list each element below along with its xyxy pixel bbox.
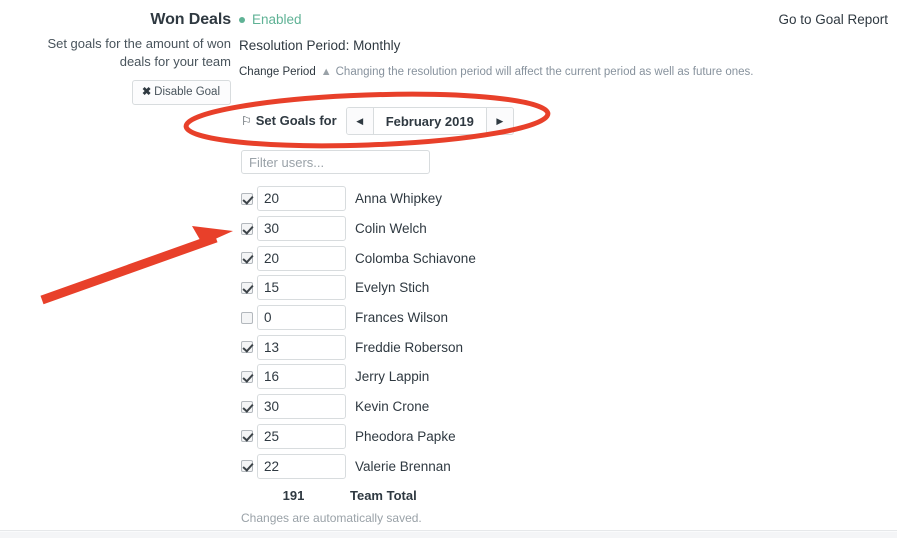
- team-total-row: 191 Team Total: [241, 481, 661, 511]
- set-goals-period-row: ⚐ Set Goals for ◀ February 2019 ▶: [241, 107, 514, 135]
- user-name-label: Kevin Crone: [355, 399, 430, 415]
- next-period-button[interactable]: ▶: [485, 108, 513, 134]
- x-icon: ✖: [141, 86, 152, 98]
- goal-description: Set goals for the amount of won deals fo…: [47, 36, 231, 69]
- goal-value-input[interactable]: [257, 245, 346, 271]
- goal-enabled-checkbox[interactable]: [241, 400, 253, 413]
- goal-settings-panel: Won Deals Set goals for the amount of wo…: [0, 0, 897, 531]
- status-label: Enabled: [252, 12, 302, 27]
- status-badge: Enabled: [239, 11, 769, 28]
- user-name-label: Pheodora Papke: [355, 428, 456, 444]
- goal-header-left: Won Deals Set goals for the amount of wo…: [22, 10, 231, 105]
- user-name-label: Freddie Roberson: [355, 339, 464, 355]
- current-period-value[interactable]: February 2019: [373, 108, 486, 134]
- change-period-link[interactable]: Change Period: [239, 65, 316, 80]
- goal-value-input[interactable]: [257, 364, 346, 390]
- change-period-note: Changing the resolution period will affe…: [335, 66, 754, 78]
- go-to-goal-report-link[interactable]: Go to Goal Report: [778, 11, 888, 28]
- goal-value-input[interactable]: [257, 394, 346, 420]
- goal-enabled-checkbox[interactable]: [241, 311, 253, 324]
- user-name-label: Frances Wilson: [355, 310, 449, 326]
- goal-enabled-checkbox[interactable]: [241, 252, 253, 265]
- goal-header-right: Enabled Resolution Period: Monthly Chang…: [239, 11, 769, 80]
- page-title: Won Deals: [150, 11, 231, 28]
- table-row: Frances Wilson: [241, 303, 661, 333]
- page-bottom-strip: [0, 532, 897, 538]
- table-row: Evelyn Stich: [241, 273, 661, 303]
- period-selector: ◀ February 2019 ▶: [345, 107, 514, 135]
- user-name-label: Jerry Lappin: [355, 369, 430, 385]
- table-row: Kevin Crone: [241, 392, 661, 422]
- user-name-label: Evelyn Stich: [355, 280, 430, 296]
- table-row: Colomba Schiavone: [241, 243, 661, 273]
- team-total-value: 191: [282, 488, 305, 504]
- flag-icon: ⚐: [241, 114, 252, 128]
- goal-value-input[interactable]: [257, 423, 346, 449]
- autosave-note: Changes are automatically saved.: [241, 511, 422, 525]
- table-row: Pheodora Papke: [241, 422, 661, 452]
- page-root: Won Deals Set goals for the amount of wo…: [0, 0, 897, 538]
- disable-goal-button[interactable]: ✖ Disable Goal: [131, 80, 231, 105]
- set-goals-label: Set Goals for: [255, 113, 337, 128]
- table-row: Freddie Roberson: [241, 332, 661, 362]
- user-name-label: Colin Welch: [355, 221, 427, 237]
- warning-triangle-icon: ▲: [320, 66, 332, 78]
- table-row: Jerry Lappin: [241, 362, 661, 392]
- resolution-period-text: Resolution Period: Monthly: [239, 38, 401, 53]
- goal-enabled-checkbox[interactable]: [241, 460, 253, 473]
- goals-user-list: Anna Whipkey Colin Welch Colomba Schiavone…: [241, 184, 661, 511]
- status-dot-icon: [239, 16, 245, 23]
- goal-value-input[interactable]: [257, 275, 346, 301]
- prev-period-button[interactable]: ◀: [346, 108, 374, 134]
- goal-enabled-checkbox[interactable]: [241, 370, 253, 383]
- user-name-label: Colomba Schiavone: [355, 250, 476, 266]
- filter-users-input[interactable]: [241, 150, 430, 174]
- user-name-label: Valerie Brennan: [355, 458, 451, 474]
- goal-value-input[interactable]: [257, 453, 346, 479]
- goal-enabled-checkbox[interactable]: [241, 341, 253, 354]
- goal-enabled-checkbox[interactable]: [241, 430, 253, 443]
- goal-value-input[interactable]: [257, 305, 346, 331]
- goal-value-input[interactable]: [257, 334, 346, 360]
- table-row: Colin Welch: [241, 214, 661, 244]
- disable-goal-button-label: Disable Goal: [154, 86, 220, 98]
- goal-value-input[interactable]: [257, 216, 346, 242]
- table-row: Anna Whipkey: [241, 184, 661, 214]
- goal-enabled-checkbox[interactable]: [241, 281, 253, 294]
- team-total-label: Team Total: [350, 488, 417, 504]
- table-row: Valerie Brennan: [241, 451, 661, 481]
- change-period-row: Change Period ▲ Changing the resolution …: [239, 65, 769, 80]
- user-name-label: Anna Whipkey: [355, 191, 443, 207]
- goal-value-input[interactable]: [257, 186, 346, 212]
- goal-enabled-checkbox[interactable]: [241, 222, 253, 235]
- goal-enabled-checkbox[interactable]: [241, 192, 253, 205]
